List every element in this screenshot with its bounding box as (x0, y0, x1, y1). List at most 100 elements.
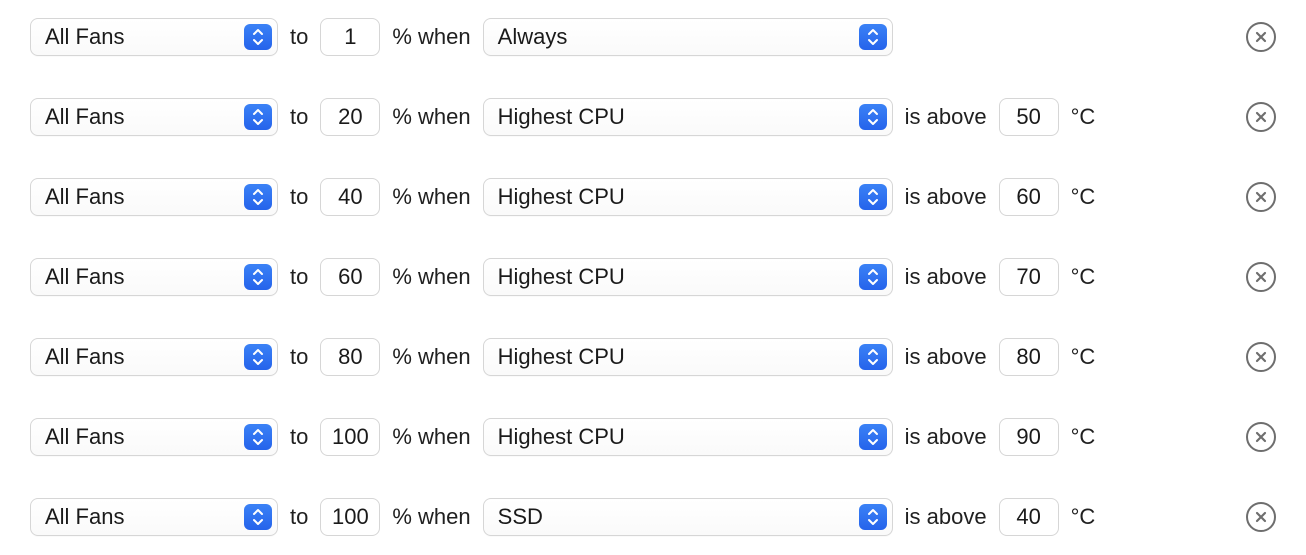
fan-select[interactable]: All Fans (30, 98, 278, 136)
percent-input[interactable] (320, 418, 380, 456)
close-icon (1254, 510, 1268, 524)
close-icon (1254, 190, 1268, 204)
unit-label: °C (1071, 424, 1096, 450)
unit-label: °C (1071, 264, 1096, 290)
percent-when-label: % when (392, 424, 470, 450)
rule-row: All Fans to % when Always (30, 18, 1276, 56)
delete-rule-button[interactable] (1246, 422, 1276, 452)
rule-row: All Fans to % when Highest CPU is above … (30, 258, 1276, 296)
fan-select[interactable]: All Fans (30, 338, 278, 376)
condition-select-value: Highest CPU (498, 104, 625, 130)
threshold-input[interactable] (999, 98, 1059, 136)
rule-row: All Fans to % when Highest CPU is above … (30, 338, 1276, 376)
fan-select[interactable]: All Fans (30, 498, 278, 536)
close-icon (1254, 430, 1268, 444)
threshold-input[interactable] (999, 178, 1059, 216)
condition-select-value: Always (498, 24, 568, 50)
chevron-updown-icon (244, 24, 272, 50)
close-icon (1254, 270, 1268, 284)
condition-select[interactable]: Highest CPU (483, 98, 893, 136)
close-icon (1254, 350, 1268, 364)
condition-select-value: SSD (498, 504, 543, 530)
percent-input[interactable] (320, 338, 380, 376)
delete-rule-button[interactable] (1246, 102, 1276, 132)
fan-select[interactable]: All Fans (30, 258, 278, 296)
unit-label: °C (1071, 344, 1096, 370)
condition-select[interactable]: Highest CPU (483, 418, 893, 456)
condition-select-value: Highest CPU (498, 184, 625, 210)
chevron-updown-icon (859, 344, 887, 370)
rule-row: All Fans to % when Highest CPU is above … (30, 418, 1276, 456)
close-icon (1254, 110, 1268, 124)
to-label: to (290, 264, 308, 290)
chevron-updown-icon (244, 424, 272, 450)
fan-select[interactable]: All Fans (30, 18, 278, 56)
delete-rule-button[interactable] (1246, 262, 1276, 292)
percent-when-label: % when (392, 264, 470, 290)
percent-input[interactable] (320, 258, 380, 296)
fan-select-value: All Fans (45, 104, 124, 130)
rule-row: All Fans to % when Highest CPU is above … (30, 178, 1276, 216)
to-label: to (290, 184, 308, 210)
condition-select-value: Highest CPU (498, 424, 625, 450)
chevron-updown-icon (859, 264, 887, 290)
condition-select[interactable]: Highest CPU (483, 258, 893, 296)
condition-select-value: Highest CPU (498, 264, 625, 290)
chevron-updown-icon (859, 184, 887, 210)
is-above-label: is above (905, 264, 987, 290)
is-above-label: is above (905, 344, 987, 370)
threshold-input[interactable] (999, 418, 1059, 456)
percent-input[interactable] (320, 178, 380, 216)
unit-label: °C (1071, 184, 1096, 210)
is-above-label: is above (905, 424, 987, 450)
rule-row: All Fans to % when SSD is above °C (30, 498, 1276, 536)
percent-when-label: % when (392, 504, 470, 530)
rule-row: All Fans to % when Highest CPU is above … (30, 98, 1276, 136)
percent-when-label: % when (392, 24, 470, 50)
to-label: to (290, 344, 308, 370)
chevron-updown-icon (244, 504, 272, 530)
delete-rule-button[interactable] (1246, 22, 1276, 52)
percent-input[interactable] (320, 98, 380, 136)
fan-select-value: All Fans (45, 264, 124, 290)
threshold-input[interactable] (999, 258, 1059, 296)
fan-select[interactable]: All Fans (30, 418, 278, 456)
condition-select[interactable]: Highest CPU (483, 178, 893, 216)
chevron-updown-icon (244, 264, 272, 290)
percent-input[interactable] (320, 498, 380, 536)
fan-select-value: All Fans (45, 424, 124, 450)
chevron-updown-icon (859, 504, 887, 530)
fan-select[interactable]: All Fans (30, 178, 278, 216)
percent-when-label: % when (392, 344, 470, 370)
percent-input[interactable] (320, 18, 380, 56)
percent-when-label: % when (392, 104, 470, 130)
chevron-updown-icon (859, 24, 887, 50)
fan-select-value: All Fans (45, 24, 124, 50)
is-above-label: is above (905, 184, 987, 210)
condition-select-value: Highest CPU (498, 344, 625, 370)
fan-select-value: All Fans (45, 184, 124, 210)
chevron-updown-icon (244, 104, 272, 130)
unit-label: °C (1071, 104, 1096, 130)
fan-select-value: All Fans (45, 344, 124, 370)
unit-label: °C (1071, 504, 1096, 530)
threshold-input[interactable] (999, 498, 1059, 536)
to-label: to (290, 504, 308, 530)
condition-select[interactable]: SSD (483, 498, 893, 536)
chevron-updown-icon (244, 184, 272, 210)
to-label: to (290, 24, 308, 50)
delete-rule-button[interactable] (1246, 342, 1276, 372)
to-label: to (290, 424, 308, 450)
chevron-updown-icon (244, 344, 272, 370)
is-above-label: is above (905, 504, 987, 530)
is-above-label: is above (905, 104, 987, 130)
condition-select[interactable]: Highest CPU (483, 338, 893, 376)
condition-select[interactable]: Always (483, 18, 893, 56)
close-icon (1254, 30, 1268, 44)
delete-rule-button[interactable] (1246, 182, 1276, 212)
percent-when-label: % when (392, 184, 470, 210)
threshold-input[interactable] (999, 338, 1059, 376)
chevron-updown-icon (859, 104, 887, 130)
delete-rule-button[interactable] (1246, 502, 1276, 532)
chevron-updown-icon (859, 424, 887, 450)
